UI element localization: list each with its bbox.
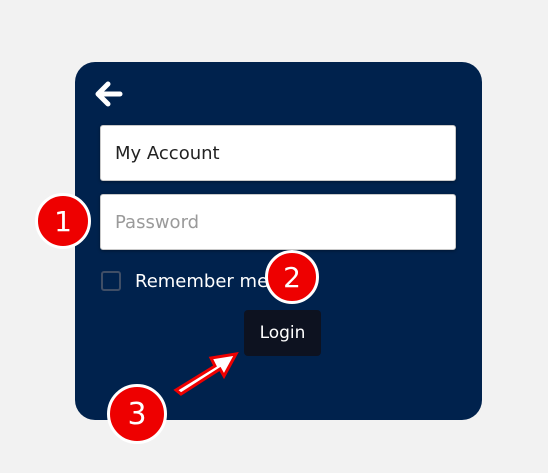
remember-me-label[interactable]: Remember me xyxy=(135,271,268,292)
pointer-arrow-icon xyxy=(173,352,239,396)
login-button[interactable]: Login xyxy=(244,310,321,356)
annotation-badge-3: 3 xyxy=(107,384,167,444)
annotation-badge-2: 2 xyxy=(265,250,319,304)
username-field[interactable] xyxy=(100,125,456,181)
login-panel: Remember me Login xyxy=(75,62,482,420)
password-field[interactable] xyxy=(100,194,456,250)
remember-me-row: Remember me xyxy=(101,269,268,293)
annotation-badge-1: 1 xyxy=(35,193,91,249)
page: Remember me Login 1 2 3 xyxy=(0,0,548,473)
back-arrow-icon[interactable] xyxy=(95,81,123,107)
remember-me-checkbox[interactable] xyxy=(101,271,121,291)
